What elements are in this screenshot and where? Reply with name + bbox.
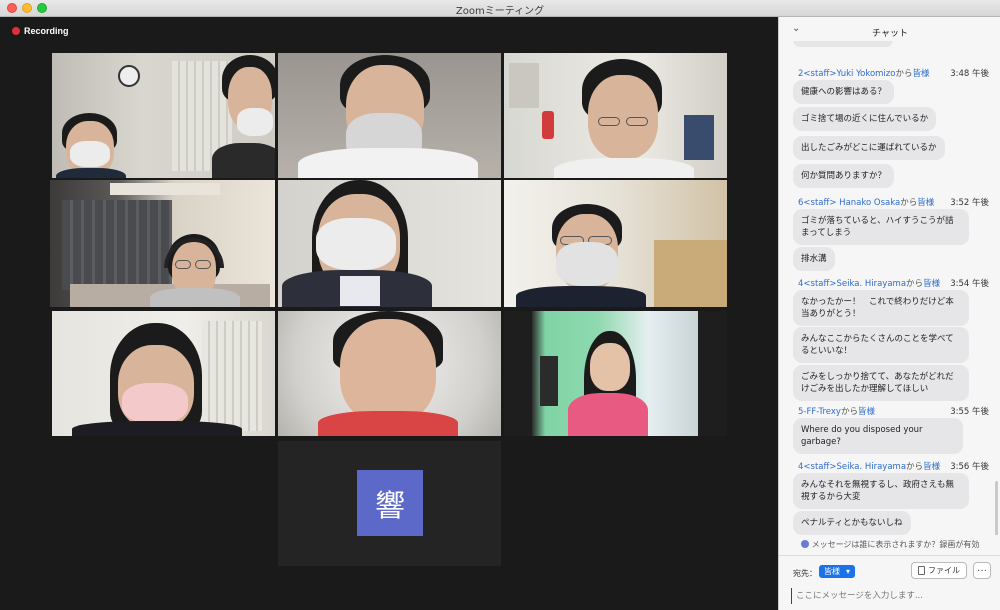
recipient-label: 宛先：: [793, 569, 817, 578]
file-icon: [918, 566, 925, 575]
visibility-notice[interactable]: メッセージは誰に表示されますか？録画が有効: [779, 539, 1000, 550]
active-speaker-video-tile[interactable]: [50, 180, 275, 307]
message-bubble: 何か質問ありますか？: [793, 164, 895, 188]
message-bubble: みんなそれを無視するし、政府さえも無視するから大変: [793, 473, 969, 509]
chat-title: チャット: [872, 29, 908, 39]
chevron-down-icon: ▾: [846, 567, 851, 576]
video-tile[interactable]: [278, 311, 501, 436]
sender-name: 6<staff> Hanako Osaka: [798, 198, 901, 208]
chat-header: ⌄ チャット: [779, 17, 1000, 43]
video-tile[interactable]: [504, 180, 727, 307]
message-bubble: 健康への影響はある？: [793, 80, 895, 104]
message-sender[interactable]: 2<staff>Yuki Yokomizoから皆様: [798, 67, 930, 79]
people-icon: [800, 540, 809, 548]
video-tile[interactable]: [52, 311, 275, 436]
chat-message-list[interactable]: 2<staff>Yuki Yokomizoから皆様 3:48 午後 健康への影響…: [779, 41, 1000, 535]
video-tile[interactable]: [278, 180, 501, 307]
notice-text: メッセージは誰に表示されますか？録画が有効: [811, 540, 980, 549]
chat-scrollbar[interactable]: [995, 481, 998, 535]
recipient-value: 皆様: [824, 567, 840, 576]
video-tile[interactable]: [52, 53, 275, 178]
video-tile[interactable]: [278, 53, 501, 178]
message-bubble: なかったかー！ これで終わりだけど本当ありがとう！: [793, 290, 969, 326]
sender-name: 2<staff>Yuki Yokomizo: [798, 69, 896, 79]
sender-name: 4<staff>Seika. Hirayama: [798, 279, 907, 289]
sender-suffix: から: [895, 69, 913, 79]
message-time: 3:55 午後: [950, 407, 989, 417]
message-time: 3:56 午後: [950, 462, 989, 472]
more-options-button[interactable]: ···: [973, 562, 991, 579]
recipient-dropdown[interactable]: 皆様 ▾: [819, 565, 856, 578]
sender-suffix: から: [906, 462, 924, 472]
message-target: 皆様: [923, 279, 941, 289]
message-sender[interactable]: 4<staff>Seika. Hirayamaから皆様: [798, 277, 940, 289]
message-time: 3:48 午後: [950, 69, 989, 79]
message-bubble: ゴミが落ちていると、ハイすうこうが詰まってしまう: [793, 209, 969, 245]
message-target: 皆様: [917, 198, 935, 208]
chat-composer: 宛先： 皆様 ▾ ファイル ···: [779, 555, 1000, 610]
message-sender[interactable]: 5-FF-Trexyから皆様: [798, 405, 875, 417]
message-bubble: みんなここからたくさんのことを学べてるといいな！: [793, 327, 969, 363]
title-bar: Zoomミーティング: [0, 0, 1000, 17]
recording-indicator[interactable]: Recording: [12, 26, 69, 36]
message-target: 皆様: [857, 407, 875, 417]
message-bubble: ゴミ捨て場の近くに住んでいるか: [793, 107, 937, 131]
message-bubble: ペナルティとかもないしね: [793, 511, 911, 535]
message-time: 3:52 午後: [950, 198, 989, 208]
window-title: Zoomミーティング: [455, 6, 545, 17]
chat-message-input[interactable]: [791, 588, 991, 604]
message-sender[interactable]: 6<staff> Hanako Osakaから皆様: [798, 196, 934, 208]
message-sender[interactable]: 4<staff>Seika. Hirayamaから皆様: [798, 460, 940, 472]
ellipsis-icon: ···: [977, 564, 987, 576]
record-dot-icon: [12, 27, 20, 35]
video-gallery: Recording 響: [0, 17, 778, 610]
sender-suffix: から: [840, 407, 858, 417]
message-target: 皆様: [923, 462, 941, 472]
sender-name: 5-FF-Trexy: [798, 407, 841, 417]
message-bubble: 排水溝: [793, 247, 835, 271]
avatar-video-tile[interactable]: 響: [278, 441, 501, 566]
message-bubble: [793, 41, 893, 47]
recording-label: Recording: [24, 26, 69, 36]
message-target: 皆様: [912, 69, 930, 79]
sender-suffix: から: [900, 198, 918, 208]
chat-panel: ⌄ チャット 2<staff>Yuki Yokomizoから皆様 3:48 午後…: [778, 17, 1000, 610]
message-bubble: Where do you disposed your garbage?: [793, 418, 963, 454]
sender-suffix: から: [906, 279, 924, 289]
participant-avatar: 響: [357, 470, 423, 536]
file-button-label: ファイル: [928, 566, 960, 575]
file-button[interactable]: ファイル: [911, 562, 967, 579]
video-tile[interactable]: [504, 311, 727, 436]
video-tile[interactable]: [504, 53, 727, 178]
sender-name: 4<staff>Seika. Hirayama: [798, 462, 907, 472]
message-bubble: 出したごみがどこに運ばれているか: [793, 136, 945, 160]
message-bubble: ごみをしっかり捨てて、あなたがどれだけごみを出したか理解してほしい: [793, 365, 969, 401]
message-time: 3:54 午後: [950, 279, 989, 289]
